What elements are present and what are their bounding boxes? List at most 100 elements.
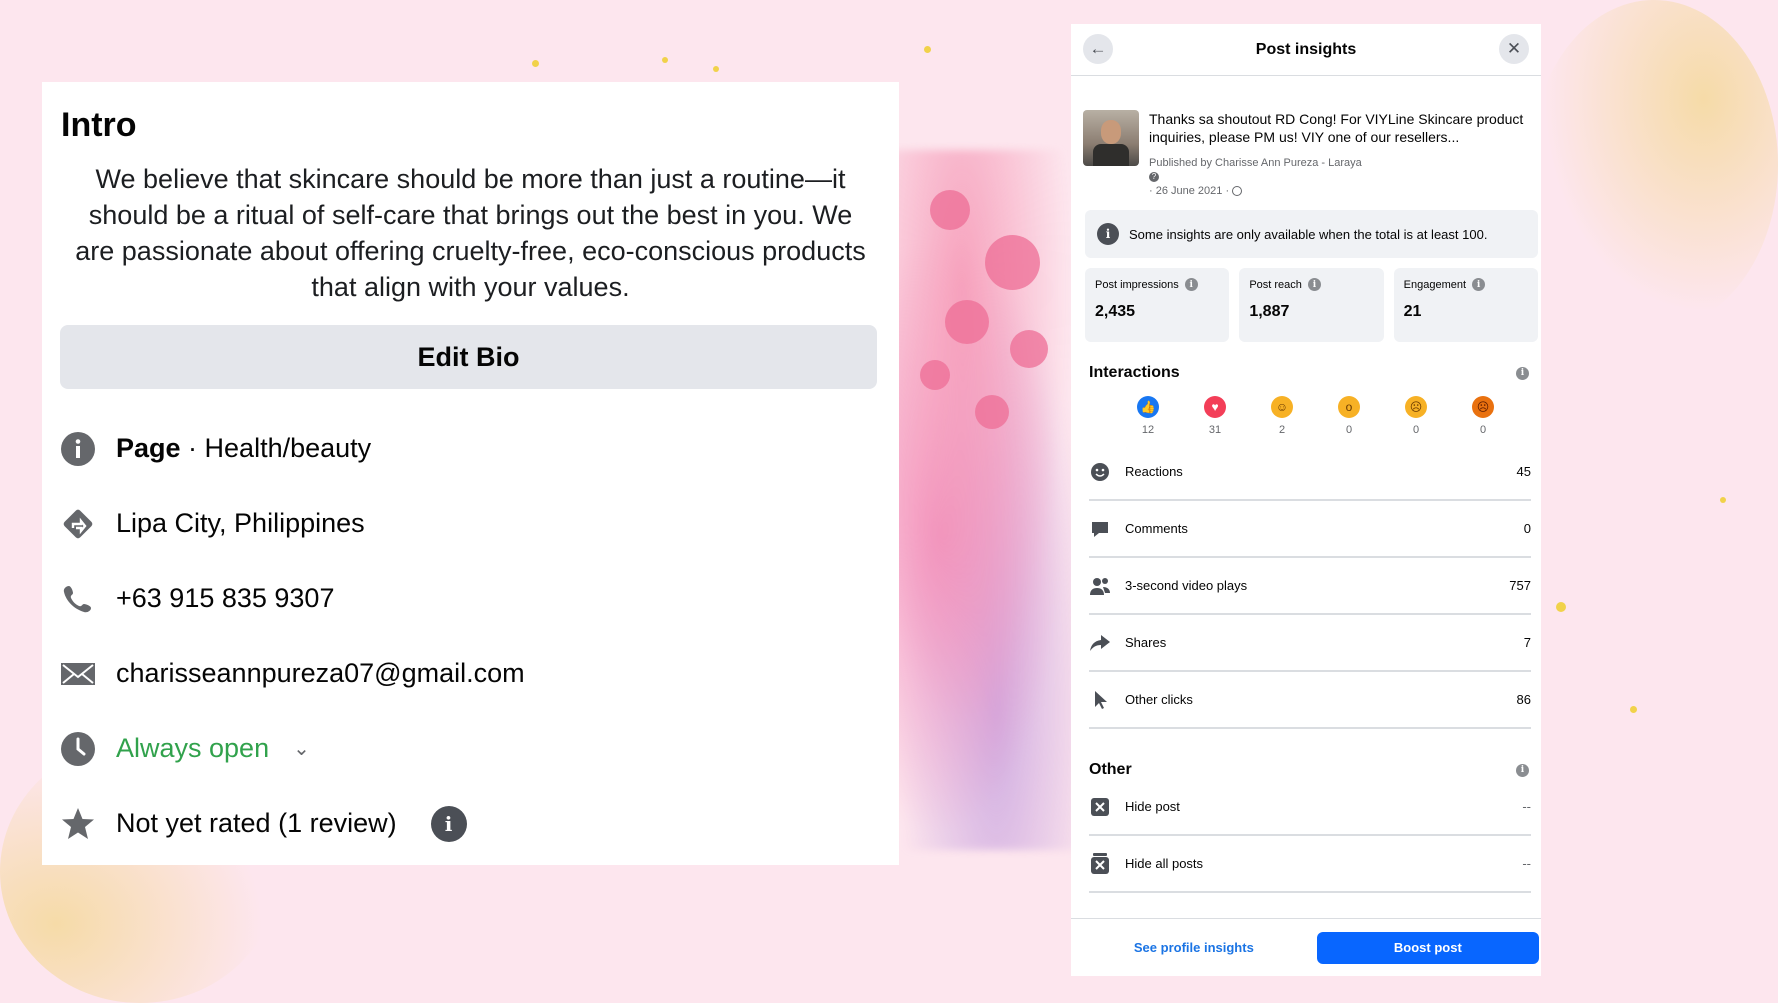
email-row: charisseannpureza07@gmail.com bbox=[60, 636, 881, 711]
info-icon[interactable]: i bbox=[1516, 366, 1529, 380]
rating-text: Not yet rated (1 review) bbox=[116, 808, 397, 838]
stat-label: Reactions bbox=[1125, 464, 1183, 479]
phone-icon bbox=[60, 581, 96, 617]
flower-decoration bbox=[930, 190, 970, 230]
interaction-stats: Reactions 45 Comments 0 3-second video p… bbox=[1071, 444, 1541, 729]
directions-icon bbox=[60, 506, 96, 542]
stat-label: 3-second video plays bbox=[1125, 578, 1248, 593]
reaction-like: 👍 12 bbox=[1135, 396, 1161, 436]
like-icon: 👍 bbox=[1137, 396, 1159, 418]
stat-row-shares: Shares 7 bbox=[1089, 615, 1531, 672]
watercolor-splash bbox=[870, 150, 1100, 850]
haha-icon: ☺ bbox=[1271, 396, 1293, 418]
stat-value: 757 bbox=[1509, 578, 1531, 593]
smiley-icon bbox=[1089, 461, 1111, 483]
people-icon bbox=[1089, 575, 1111, 597]
metric-label: Post reach bbox=[1249, 278, 1302, 291]
hours-text[interactable]: Always open bbox=[116, 733, 269, 764]
intro-details: Page · Health/beauty Lipa City, Philippi… bbox=[60, 411, 881, 861]
boost-post-button[interactable]: Boost post bbox=[1316, 931, 1539, 964]
panel-title: Post insights bbox=[1255, 40, 1357, 58]
intro-bio: We believe that skincare should be more … bbox=[75, 164, 866, 302]
stat-value: -- bbox=[1522, 856, 1531, 871]
glitter-dot bbox=[532, 60, 539, 67]
reaction-sad: ☹ 0 bbox=[1403, 396, 1429, 436]
hide-all-posts-icon bbox=[1089, 852, 1111, 875]
info-icon[interactable]: i bbox=[1516, 763, 1529, 777]
stat-row-reactions: Reactions 45 bbox=[1089, 444, 1531, 501]
reaction-breakdown: 👍 12 ♥ 31 ☺ 2 o 0 ☹ 0 ☹ 0 bbox=[1135, 396, 1541, 436]
reaction-angry: ☹ 0 bbox=[1470, 396, 1496, 436]
close-icon[interactable]: ✕ bbox=[1499, 34, 1529, 64]
post-insights-panel: ← Post insights ✕ Thanks sa shoutout RD … bbox=[1071, 24, 1541, 976]
post-meta: Published by Charisse Ann Pureza - Laray… bbox=[1149, 156, 1541, 198]
info-icon[interactable]: i bbox=[1184, 278, 1198, 291]
stat-label: Hide post bbox=[1125, 799, 1180, 814]
interactions-title: Interactions bbox=[1089, 364, 1180, 381]
panel-footer: See profile insights Boost post bbox=[1071, 918, 1541, 976]
reaction-count: 31 bbox=[1208, 424, 1222, 436]
metric-card-reach: Post reach i 1,887 bbox=[1239, 268, 1384, 342]
heart-icon: ♥ bbox=[1204, 396, 1226, 418]
reaction-count: 0 bbox=[1345, 424, 1353, 436]
glitter-dot bbox=[1630, 706, 1637, 713]
hours-row[interactable]: Always open ⌄ bbox=[60, 711, 881, 786]
glitter-dot bbox=[1556, 602, 1566, 612]
post-thumbnail[interactable] bbox=[1083, 110, 1139, 166]
metric-card-impressions: Post impressions i 2,435 bbox=[1085, 268, 1230, 342]
info-icon bbox=[60, 431, 96, 467]
email-text[interactable]: charisseannpureza07@gmail.com bbox=[116, 658, 525, 689]
location-text[interactable]: Lipa City, Philippines bbox=[116, 508, 365, 539]
stat-value: 86 bbox=[1516, 692, 1531, 707]
reaction-count: 0 bbox=[1412, 424, 1420, 436]
insights-notice: i Some insights are only available when … bbox=[1085, 210, 1538, 258]
globe-icon bbox=[1232, 186, 1243, 197]
gold-glitter bbox=[1530, 0, 1778, 330]
see-profile-insights-link[interactable]: See profile insights bbox=[1071, 940, 1317, 955]
reaction-wow: o 0 bbox=[1336, 396, 1362, 436]
flower-decoration bbox=[975, 395, 1009, 429]
reaction-count: 2 bbox=[1278, 424, 1286, 436]
rating-info-icon[interactable]: i bbox=[430, 805, 467, 842]
stat-row-hide-all-posts: Hide all posts -- bbox=[1089, 836, 1531, 893]
interactions-header: Interactions i bbox=[1089, 364, 1529, 382]
page-category[interactable]: Health/beauty bbox=[205, 433, 372, 463]
flower-decoration bbox=[985, 235, 1040, 290]
back-arrow-icon[interactable]: ← bbox=[1083, 34, 1113, 64]
stat-row-video-plays: 3-second video plays 757 bbox=[1089, 558, 1531, 615]
comment-icon bbox=[1089, 518, 1111, 540]
reaction-count: 0 bbox=[1479, 424, 1487, 436]
metric-label: Post impressions bbox=[1095, 278, 1179, 291]
post-preview[interactable]: Thanks sa shoutout RD Cong! For VIYLine … bbox=[1071, 76, 1541, 198]
phone-row: +63 915 835 9307 bbox=[60, 561, 881, 636]
page-separator: · bbox=[180, 433, 205, 463]
published-by: Published by Charisse Ann Pureza - Laray… bbox=[1149, 157, 1362, 169]
flower-decoration bbox=[1010, 330, 1048, 368]
clock-icon bbox=[60, 731, 96, 767]
info-icon[interactable]: i bbox=[1472, 278, 1486, 291]
stat-label: Other clicks bbox=[1125, 692, 1193, 707]
post-text: Thanks sa shoutout RD Cong! For VIYLine … bbox=[1149, 111, 1524, 145]
glitter-dot bbox=[924, 46, 931, 53]
help-icon[interactable]: ? bbox=[1149, 172, 1159, 183]
metric-value: 1,887 bbox=[1249, 303, 1290, 320]
share-icon bbox=[1089, 632, 1111, 654]
edit-bio-button[interactable]: Edit Bio bbox=[60, 325, 877, 389]
other-title: Other bbox=[1089, 761, 1132, 778]
stat-label: Shares bbox=[1125, 635, 1167, 650]
reaction-haha: ☺ 2 bbox=[1269, 396, 1295, 436]
info-icon: i bbox=[1097, 223, 1119, 245]
info-icon[interactable]: i bbox=[1307, 278, 1321, 291]
chevron-down-icon[interactable]: ⌄ bbox=[293, 736, 310, 761]
intro-card: Intro We believe that skincare should be… bbox=[42, 82, 899, 865]
phone-text[interactable]: +63 915 835 9307 bbox=[116, 583, 334, 614]
stat-label: Comments bbox=[1125, 521, 1188, 536]
page-label: Page bbox=[116, 433, 181, 463]
other-stats: Hide post -- Hide all posts -- bbox=[1071, 779, 1541, 893]
stat-row-comments: Comments 0 bbox=[1089, 501, 1531, 558]
metric-value: 2,435 bbox=[1095, 303, 1136, 320]
stat-row-hide-post: Hide post -- bbox=[1089, 779, 1531, 836]
flower-decoration bbox=[920, 360, 950, 390]
other-header: Other i bbox=[1089, 761, 1529, 779]
metric-card-engagement: Engagement i 21 bbox=[1393, 268, 1538, 342]
